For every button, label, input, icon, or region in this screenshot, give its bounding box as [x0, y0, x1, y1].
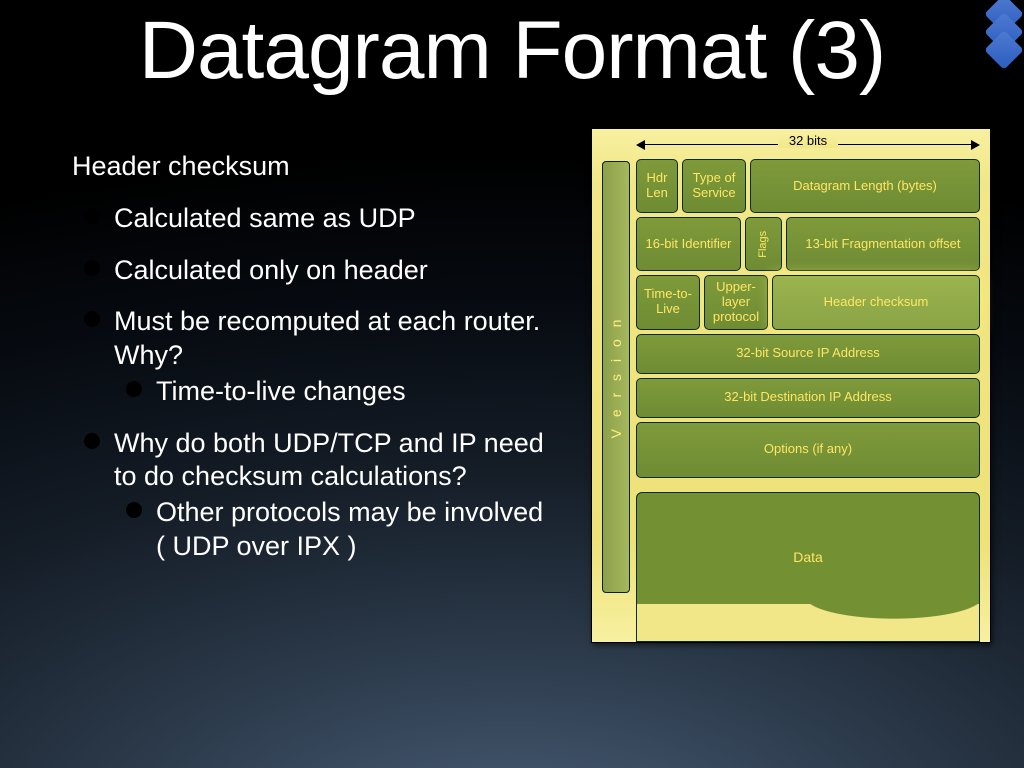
corner-logo — [990, 0, 1018, 64]
header-row-4: 32-bit Source IP Address — [636, 334, 980, 374]
data-label: Data — [637, 549, 979, 565]
bullet-l2c: Must be recomputed at each router. Why? — [114, 305, 552, 373]
bullet-icon — [126, 381, 142, 397]
width-indicator: 32 bits — [636, 133, 980, 153]
bullet-icon — [84, 208, 100, 224]
arrow-left-icon — [636, 140, 645, 150]
arrow-right-icon — [971, 140, 980, 150]
version-band: V e r s i o n — [602, 161, 630, 593]
header-row-6: Options (if any) — [636, 422, 980, 478]
bullet-l2b: Calculated only on header — [114, 254, 428, 288]
cell-options: Options (if any) — [636, 422, 980, 478]
cell-frag-offset: 13-bit Fragmentation offset — [786, 217, 980, 271]
header-row-5: 32-bit Destination IP Address — [636, 378, 980, 418]
header-row-3: Time-to-Live Upper-layer protocol Header… — [636, 275, 980, 330]
bullet-icon — [84, 433, 100, 449]
bullet-l3b: Other protocols may be involved ( UDP ov… — [156, 496, 552, 564]
cell-datagram-length: Datagram Length (bytes) — [750, 159, 980, 213]
bullet-l1: Header checksum — [72, 150, 290, 184]
torn-edge-icon — [636, 604, 980, 642]
cell-hdrlen: Hdr Len — [636, 159, 678, 213]
bullet-l3a: Time-to-live changes — [156, 375, 406, 409]
width-label: 32 bits — [778, 133, 838, 148]
cell-src-ip: 32-bit Source IP Address — [636, 334, 980, 374]
version-label: V e r s i o n — [608, 316, 624, 439]
header-row-2: 16-bit Identifier Flags 13-bit Fragmenta… — [636, 217, 980, 271]
bullet-l2a: Calculated same as UDP — [114, 202, 416, 236]
bullet-list: Header checksum Calculated same as UDP C… — [42, 150, 552, 578]
cell-header-checksum: Header checksum — [772, 275, 980, 330]
bullet-icon — [84, 311, 100, 327]
slide-title: Datagram Format (3) — [0, 0, 1024, 98]
cell-identifier: 16-bit Identifier — [636, 217, 741, 271]
bullet-icon — [84, 260, 100, 276]
cell-tos: Type of Service — [682, 159, 746, 213]
cell-data: Data — [636, 492, 980, 642]
bullet-icon — [126, 502, 142, 518]
bullet-icon — [42, 156, 58, 172]
cell-ttl: Time-to-Live — [636, 275, 700, 330]
cell-flags: Flags — [745, 217, 782, 271]
cell-proto: Upper-layer protocol — [704, 275, 768, 330]
ip-header-diagram: 32 bits V e r s i o n Hdr Len Type of Se… — [591, 128, 991, 643]
cell-dst-ip: 32-bit Destination IP Address — [636, 378, 980, 418]
header-row-1: Hdr Len Type of Service Datagram Length … — [636, 159, 980, 213]
bullet-l2d: Why do both UDP/TCP and IP need to do ch… — [114, 427, 552, 495]
